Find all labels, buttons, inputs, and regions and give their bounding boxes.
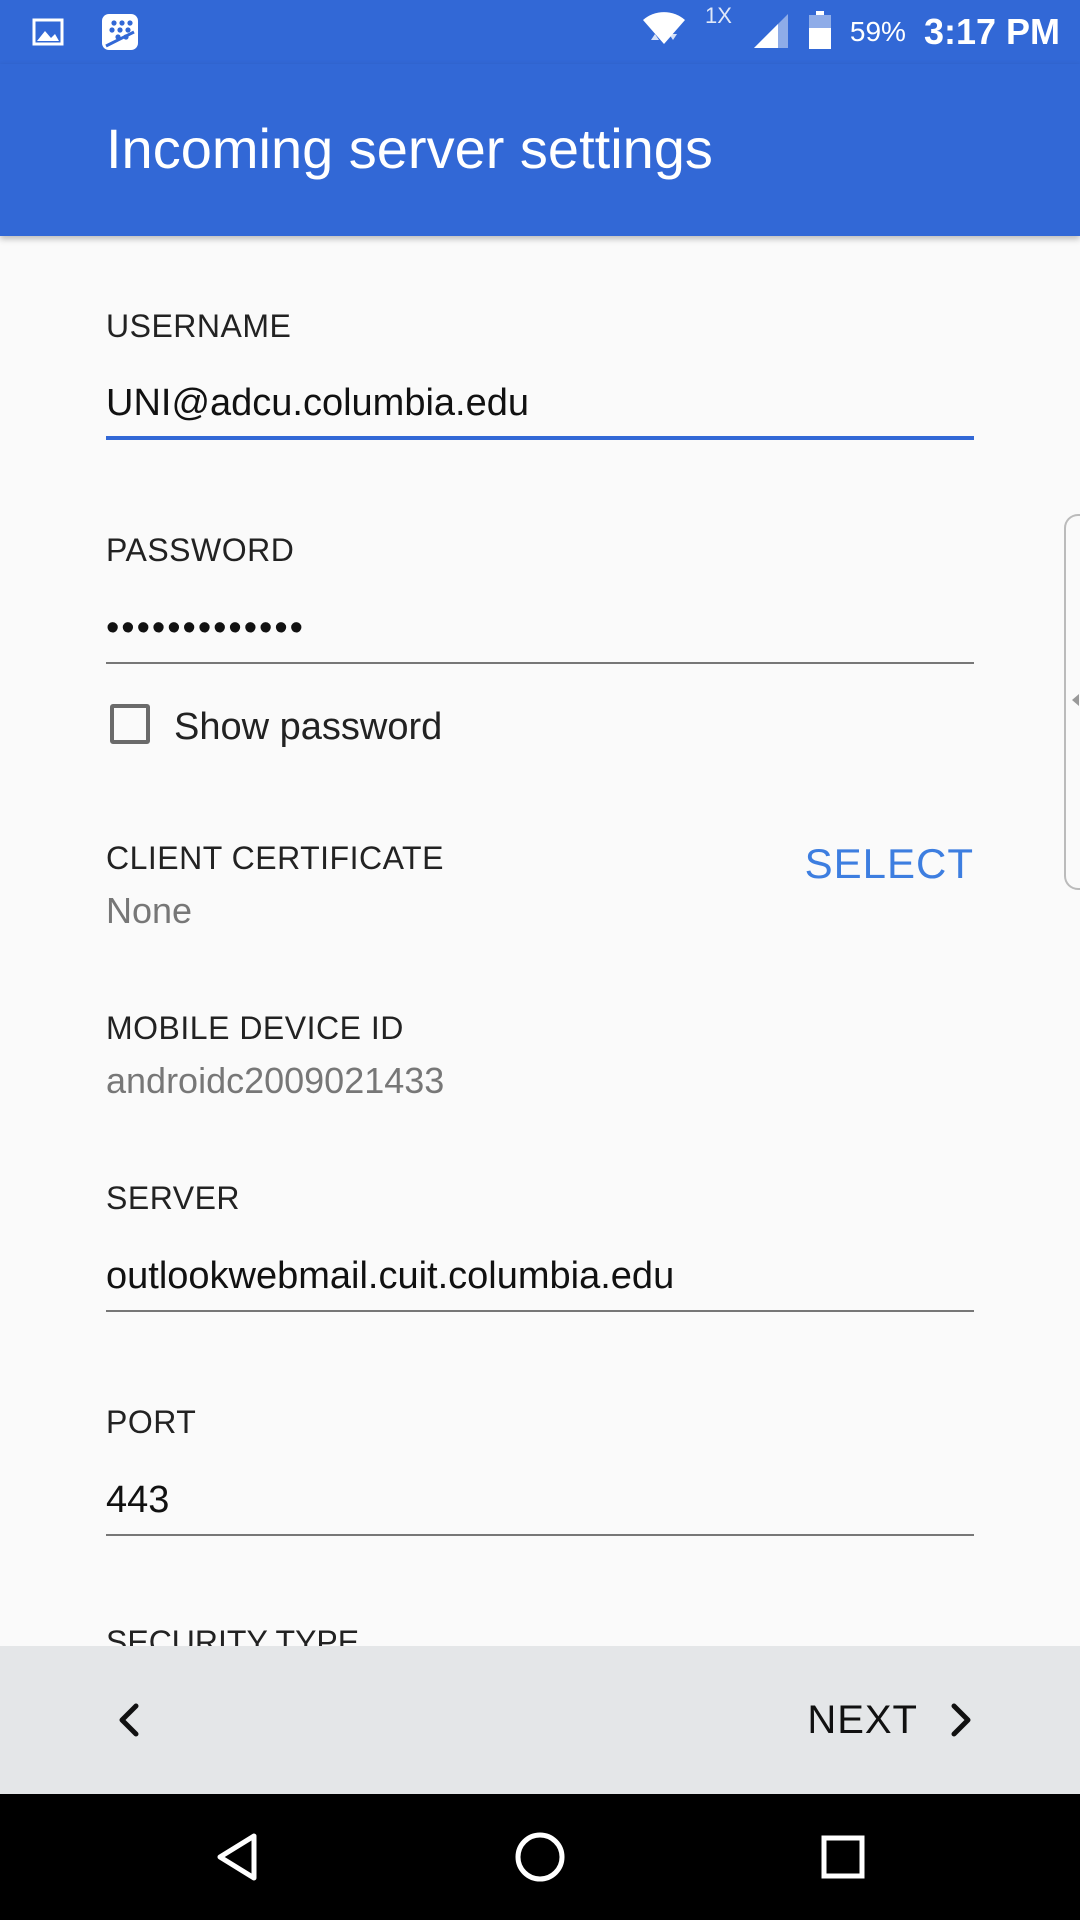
back-button[interactable] (100, 1690, 160, 1750)
server-label: SERVER (106, 1180, 241, 1216)
password-input[interactable] (106, 594, 974, 664)
nav-home-icon[interactable] (507, 1824, 573, 1890)
client-certificate-label: CLIENT CERTIFICATE (106, 840, 444, 876)
battery-icon (808, 10, 832, 55)
chevron-right-icon (951, 1703, 971, 1737)
edge-panel-handle[interactable] (1064, 514, 1080, 890)
password-label: PASSWORD (106, 532, 295, 568)
status-bar: 1X 59% 3:17 PM (0, 0, 1080, 64)
security-type-label: SECURITY TYPE (106, 1624, 360, 1646)
settings-form[interactable]: USERNAME PASSWORD Show password CLIENT C… (0, 236, 1080, 1646)
mobile-device-id-label: MOBILE DEVICE ID (106, 1010, 404, 1046)
chevron-left-icon (119, 1703, 139, 1737)
port-input[interactable] (106, 1466, 974, 1536)
clock: 3:17 PM (923, 11, 1060, 52)
username-input[interactable] (106, 370, 974, 440)
gallery-icon (32, 18, 64, 51)
system-navigation-bar (0, 1794, 1080, 1920)
network-type-label: 1X (704, 3, 732, 28)
show-password-label[interactable]: Show password (174, 706, 442, 749)
blackberry-icon (100, 12, 140, 57)
next-button-label: NEXT (807, 1697, 918, 1742)
port-label: PORT (106, 1404, 197, 1440)
select-certificate-button[interactable]: SELECT (805, 840, 974, 888)
client-certificate-value: None (106, 890, 193, 931)
nav-recents-icon[interactable] (810, 1824, 876, 1890)
page-title: Incoming server settings (106, 117, 713, 180)
nav-back-icon[interactable] (206, 1824, 272, 1890)
wizard-action-bar: NEXT (0, 1646, 1080, 1794)
mobile-device-id-value: androidc2009021433 (106, 1060, 445, 1101)
server-input[interactable] (106, 1242, 974, 1312)
app-bar: Incoming server settings (0, 64, 1080, 236)
wifi-icon (641, 10, 687, 55)
next-button[interactable]: NEXT (807, 1690, 980, 1750)
username-label: USERNAME (106, 308, 292, 344)
battery-percentage: 59% (849, 16, 906, 47)
show-password-checkbox[interactable] (110, 704, 150, 744)
signal-icon (750, 10, 790, 55)
